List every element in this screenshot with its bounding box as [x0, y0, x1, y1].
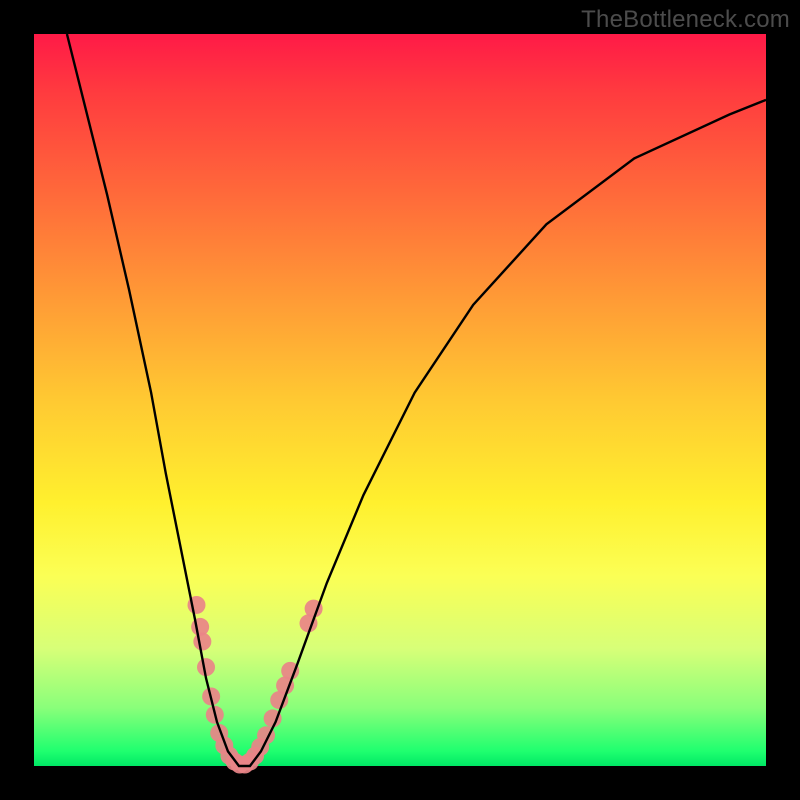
data-marker — [193, 633, 211, 651]
watermark-text: TheBottleneck.com — [581, 6, 790, 34]
chart-svg — [34, 34, 766, 766]
bottleneck-curve — [67, 34, 766, 766]
plot-area — [34, 34, 766, 766]
chart-frame: TheBottleneck.com — [0, 0, 800, 800]
